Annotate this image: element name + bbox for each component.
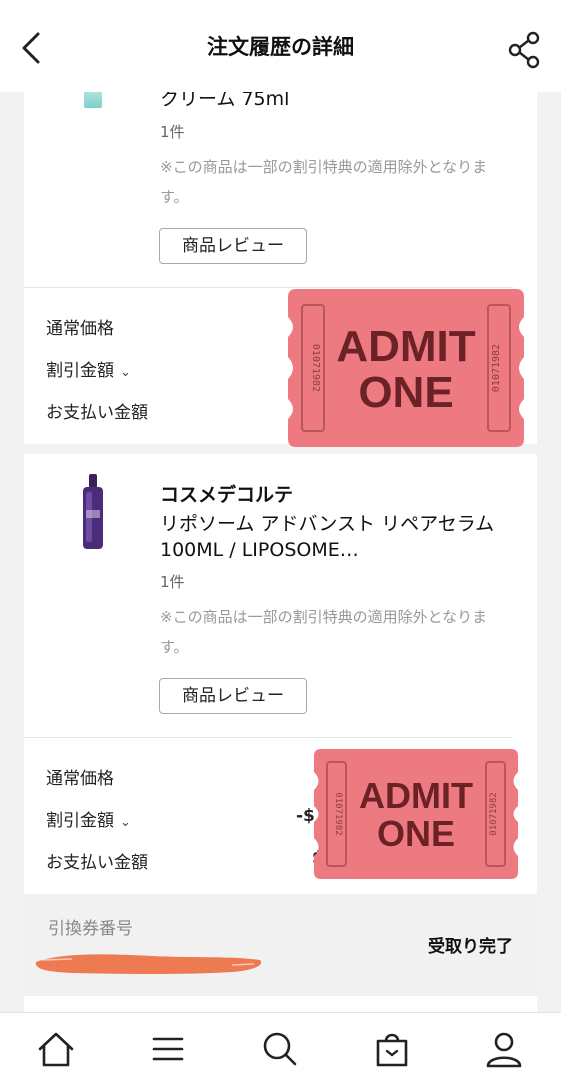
discount-amount-label: 割引金額 — [46, 361, 114, 381]
home-icon[interactable] — [34, 1027, 78, 1071]
order-detail-content: クリーム 75ml 1件 ※この商品は一部の割引特典の適用除外となります。 商品… — [0, 0, 561, 1012]
ticket-text-admit: ADMIT — [359, 775, 473, 816]
profile-icon[interactable] — [482, 1027, 526, 1071]
chevron-down-icon: ⌄ — [120, 365, 131, 380]
discount-amount-toggle[interactable]: 割引金額 ⌄ — [46, 806, 131, 831]
ticket-serial-right: 01071982 — [491, 344, 502, 392]
discount-exclusion-note: ※この商品は一部の割引特典の適用除外となります。 — [160, 608, 488, 656]
page-title: 注文履歴の詳細 — [207, 35, 354, 59]
regular-price-label: 通常価格 — [46, 319, 114, 339]
product-review-button[interactable]: 商品レビュー — [159, 678, 307, 714]
product-name[interactable]: リポソーム アドバンスト リペアセラム 100ML / LIPOSOME… — [160, 511, 520, 563]
product-brand[interactable]: コスメデコルテ — [160, 480, 293, 507]
app-header: 注文履歴の詳細 — [0, 0, 561, 92]
ticket-serial-left: 01071982 — [310, 344, 321, 392]
admit-one-ticket-sticker: 01071982 01071982 ADMIT ONE — [314, 749, 518, 879]
product-quantity: 1件 — [160, 123, 185, 141]
discount-amount-label: 割引金額 — [46, 811, 114, 831]
regular-price-label: 通常価格 — [46, 769, 114, 789]
voucher-number-label: 引換券番号 — [48, 919, 133, 939]
ticket-text-one: ONE — [377, 813, 455, 854]
bottom-tab-bar — [0, 1012, 561, 1080]
discount-exclusion-note: ※この商品は一部の割引特典の適用除外となります。 — [160, 158, 488, 206]
divider — [24, 737, 513, 738]
next-section-card — [24, 996, 537, 1012]
menu-icon[interactable] — [146, 1027, 190, 1071]
redacted-voucher-number — [35, 954, 262, 974]
search-icon[interactable] — [258, 1027, 302, 1071]
ticket-text-one: ONE — [358, 368, 453, 417]
product-thumbnail[interactable] — [80, 474, 106, 550]
ticket-serial-left: 01071982 — [333, 792, 343, 835]
pickup-voucher-section: 引換券番号 受取り完了 — [24, 894, 537, 996]
share-icon[interactable] — [505, 28, 545, 72]
ticket-serial-right: 01071982 — [489, 792, 499, 835]
product-review-button[interactable]: 商品レビュー — [159, 228, 307, 264]
shopping-bag-icon[interactable] — [370, 1027, 414, 1071]
product-quantity: 1件 — [160, 573, 185, 591]
payment-amount-label: お支払い金額 — [46, 853, 148, 873]
discount-amount-toggle[interactable]: 割引金額 ⌄ — [46, 356, 131, 381]
ticket-text-admit: ADMIT — [336, 322, 475, 371]
admit-one-ticket-sticker: 01071982 01071982 ADMIT ONE — [288, 289, 524, 447]
pickup-status: 受取り完了 — [428, 937, 513, 957]
chevron-down-icon: ⌄ — [120, 815, 131, 830]
payment-amount-label: お支払い金額 — [46, 403, 148, 423]
